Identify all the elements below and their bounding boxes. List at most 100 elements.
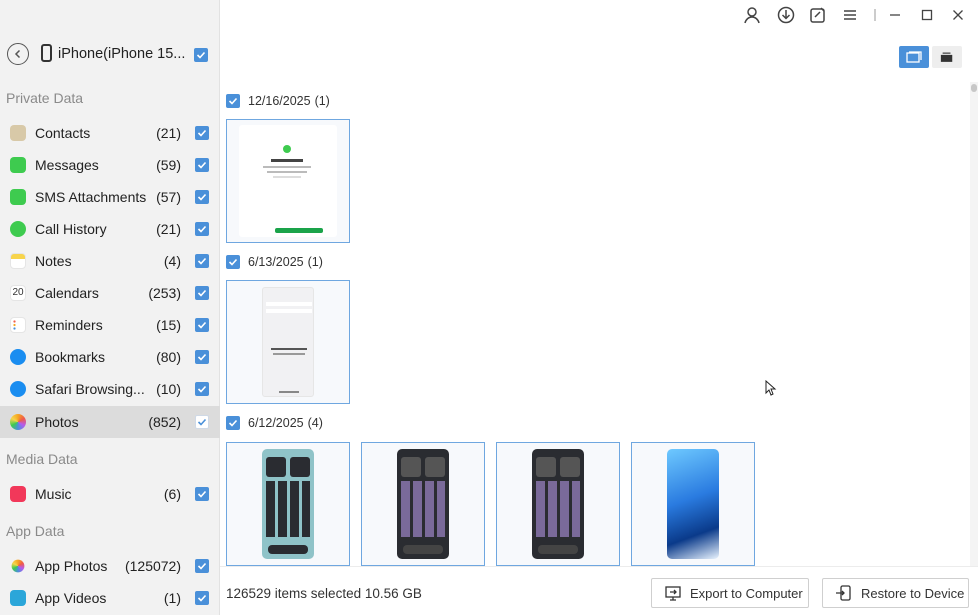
checkbox[interactable] [195, 222, 209, 236]
close-icon[interactable] [949, 6, 967, 24]
photo-thumbnail[interactable] [226, 442, 350, 566]
date-group-header[interactable]: 6/12/2025 (4) [226, 414, 323, 432]
reminders-icon [10, 317, 26, 333]
sidebar-item-label: Contacts [35, 125, 91, 141]
scroll-thumb[interactable] [971, 84, 977, 92]
sidebar-item-contacts[interactable]: Contacts (21) [0, 117, 220, 149]
music-icon [10, 486, 26, 502]
restore-label: Restore to Device [861, 585, 965, 601]
group-checkbox[interactable] [226, 416, 240, 430]
messages-icon [10, 157, 26, 173]
export-to-computer-button[interactable]: Export to Computer [651, 578, 809, 608]
sidebar-item-app-photos[interactable]: App Photos (125072) [0, 550, 220, 582]
sidebar-item-bookmarks[interactable]: Bookmarks (80) [0, 341, 220, 373]
menu-icon[interactable] [841, 6, 859, 24]
safari-icon [10, 349, 26, 365]
date-group-header[interactable]: 6/13/2025 (1) [226, 253, 323, 271]
sidebar-item-label: Calendars [35, 285, 99, 301]
export-label: Export to Computer [690, 585, 803, 601]
sidebar-item-count: (125072) [124, 558, 181, 574]
checkbox[interactable] [195, 487, 209, 501]
sidebar-item-music[interactable]: Music (6) [0, 478, 220, 510]
group-date: 6/12/2025 [248, 416, 304, 430]
checkbox[interactable] [195, 350, 209, 364]
sidebar-item-safari-browsing[interactable]: Safari Browsing... (10) [0, 373, 220, 405]
photo-grid: 12/16/2025 (1) 6/13/2025 (1) 6/12/2025 (… [220, 82, 970, 566]
checkbox[interactable] [195, 559, 209, 573]
selection-status: 126529 items selected 10.56 GB [226, 586, 422, 601]
checkbox[interactable] [195, 190, 209, 204]
maximize-icon[interactable] [918, 6, 936, 24]
section-private-data: Private Data [6, 90, 84, 106]
list-view-toggle[interactable] [932, 46, 962, 68]
checkbox[interactable] [195, 591, 209, 605]
sidebar-item-label: Music [35, 486, 72, 502]
sidebar-item-photos[interactable]: Photos (852) [0, 406, 220, 438]
sidebar-item-count: (6) [163, 486, 181, 502]
checkbox[interactable] [195, 318, 209, 332]
sms-attachments-icon [10, 189, 26, 205]
date-group-header[interactable]: 12/16/2025 (1) [226, 92, 330, 110]
sidebar-item-count: (15) [156, 317, 181, 333]
sidebar-item-label: SMS Attachments [35, 189, 147, 205]
sidebar-item-count: (253) [148, 285, 181, 301]
device-checkbox[interactable] [194, 48, 208, 62]
sidebar-item-label: Photos [35, 414, 79, 430]
sidebar-item-app-videos[interactable]: App Videos (1) [0, 582, 220, 614]
sidebar-item-count: (59) [156, 157, 181, 173]
sidebar-item-count: (21) [156, 125, 181, 141]
download-icon[interactable] [777, 6, 795, 24]
feedback-icon[interactable] [809, 6, 827, 24]
sidebar-item-calendars[interactable]: 20 Calendars (253) [0, 277, 220, 309]
sidebar-item-count: (1) [163, 590, 181, 606]
sidebar-item-messages[interactable]: Messages (59) [0, 149, 220, 181]
sidebar-item-notes[interactable]: Notes (4) [0, 245, 220, 277]
sidebar-item-reminders[interactable]: Reminders (15) [0, 309, 220, 341]
sidebar-item-label: Bookmarks [35, 349, 106, 365]
device-selector[interactable]: iPhone(iPhone 15... [0, 36, 220, 74]
sidebar-item-label: Reminders [35, 317, 103, 333]
grid-view-toggle[interactable] [899, 46, 929, 68]
sidebar-item-sms-attachments[interactable]: SMS Attachments (57) [0, 181, 220, 213]
phone-device-icon [41, 44, 52, 62]
sidebar-item-call-history[interactable]: Call History (21) [0, 213, 220, 245]
back-icon[interactable] [7, 43, 29, 65]
sidebar-item-count: (21) [156, 221, 181, 237]
minimize-icon[interactable] [886, 6, 904, 24]
restore-to-device-button[interactable]: Restore to Device [822, 578, 969, 608]
account-icon[interactable] [743, 6, 761, 24]
sidebar-item-label: Notes [35, 253, 72, 269]
restore-icon [836, 585, 851, 601]
notes-icon [10, 253, 26, 269]
sidebar-item-label: Messages [35, 157, 99, 173]
photo-thumbnail[interactable] [361, 442, 485, 566]
section-media-data: Media Data [6, 451, 78, 467]
sidebar-item-label: Call History [35, 221, 107, 237]
phone-icon [10, 221, 26, 237]
contacts-icon [10, 125, 26, 141]
sidebar-item-count: (852) [148, 414, 181, 430]
photo-thumbnail[interactable] [226, 119, 350, 243]
calendar-icon: 20 [10, 285, 26, 301]
group-checkbox[interactable] [226, 255, 240, 269]
group-count: (4) [307, 416, 323, 430]
device-name: iPhone(iPhone 15... [58, 46, 186, 62]
group-checkbox[interactable] [226, 94, 240, 108]
checkbox[interactable] [195, 158, 209, 172]
checkbox[interactable] [195, 382, 209, 396]
checkbox[interactable] [195, 286, 209, 300]
photo-thumbnail[interactable] [631, 442, 755, 566]
sidebar-item-label: Safari Browsing... [35, 381, 145, 397]
photo-thumbnail[interactable] [496, 442, 620, 566]
checkbox[interactable] [195, 126, 209, 140]
sidebar-item-label: App Videos [35, 590, 107, 606]
checkbox[interactable] [195, 415, 209, 429]
section-app-data: App Data [6, 523, 65, 539]
sidebar: iPhone(iPhone 15... Private Data Contact… [0, 0, 220, 615]
checkbox[interactable] [195, 254, 209, 268]
photo-thumbnail[interactable] [226, 280, 350, 404]
mouse-cursor-icon [765, 380, 777, 396]
scrollbar[interactable] [970, 82, 978, 566]
app-videos-icon [10, 590, 26, 606]
app-photos-icon [11, 559, 25, 573]
